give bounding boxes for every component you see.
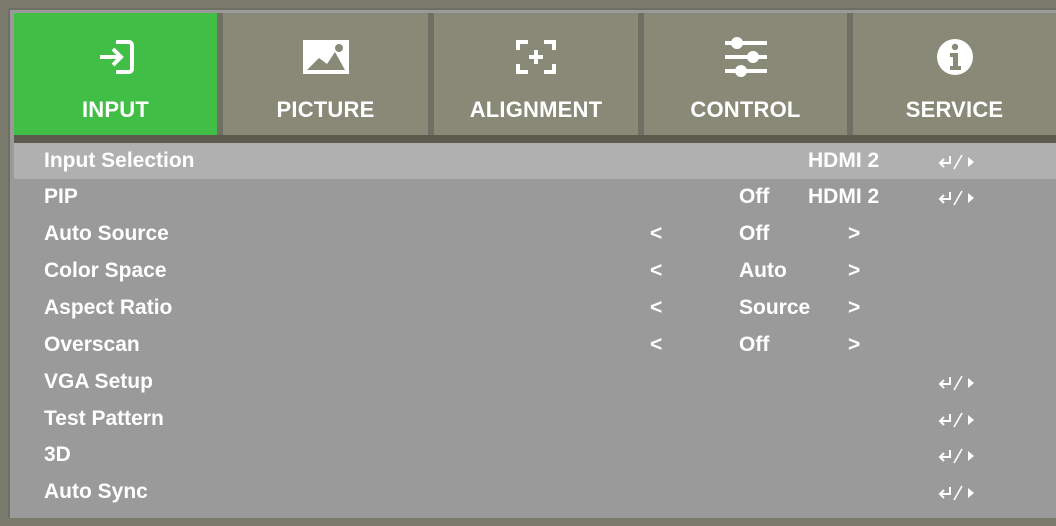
menu-item-label: 3D	[44, 443, 71, 466]
menu-item-label: Auto Source	[44, 222, 169, 245]
tab-alignment[interactable]: ALIGNMENT	[434, 13, 638, 135]
menu-item-value: Off	[739, 185, 770, 208]
menu-item-input-selection[interactable]: Input Selection HDMI 2	[14, 143, 1056, 179]
menu-item-value: Source	[739, 296, 811, 319]
enter-submenu-icon[interactable]	[938, 374, 978, 392]
tab-label: CONTROL	[690, 97, 801, 122]
menu-item-vga-setup[interactable]: VGA Setup	[14, 364, 1056, 400]
value-decrease-arrow[interactable]: <	[650, 222, 662, 246]
menu-item-value: Off	[739, 333, 770, 356]
enter-submenu-icon[interactable]	[938, 447, 978, 465]
menu-item-value: HDMI 2	[808, 149, 880, 172]
enter-submenu-icon[interactable]	[938, 411, 978, 429]
menu-item-value: Auto	[739, 259, 787, 282]
menu-item-pip[interactable]: PIP Off HDMI 2	[14, 179, 1056, 215]
menu-item-value-secondary: HDMI 2	[808, 185, 880, 208]
value-decrease-arrow[interactable]: <	[650, 296, 662, 320]
info-icon	[853, 35, 1056, 79]
value-increase-arrow[interactable]: >	[848, 296, 860, 320]
value-increase-arrow[interactable]: >	[848, 222, 860, 246]
menu-item-label: Test Pattern	[44, 407, 164, 430]
menu-item-aspect-ratio[interactable]: Aspect Ratio < Source >	[14, 290, 1056, 326]
menu-item-value: Off	[739, 222, 770, 245]
menu-item-auto-sync[interactable]: Auto Sync	[14, 474, 1056, 510]
value-decrease-arrow[interactable]: <	[650, 333, 662, 357]
menu-item-test-pattern[interactable]: Test Pattern	[14, 401, 1056, 437]
menu-item-label: Overscan	[44, 333, 140, 356]
value-decrease-arrow[interactable]: <	[650, 259, 662, 283]
tab-picture[interactable]: PICTURE	[223, 13, 428, 135]
tab-label: ALIGNMENT	[469, 97, 603, 122]
menu-item-label: Input Selection	[44, 149, 195, 172]
menu-item-label: PIP	[44, 185, 78, 208]
tab-label: SERVICE	[905, 97, 1004, 122]
value-increase-arrow[interactable]: >	[848, 259, 860, 283]
alignment-icon	[434, 35, 638, 79]
enter-submenu-icon[interactable]	[938, 153, 978, 171]
tab-service[interactable]: SERVICE	[853, 13, 1056, 135]
tab-bar: INPUT PICTURE ALIGNMENT CONTROL SERVICE	[14, 13, 1056, 135]
menu-item-label: Auto Sync	[44, 480, 148, 503]
tab-control[interactable]: CONTROL	[644, 13, 847, 135]
tab-divider	[14, 135, 1056, 143]
menu-item-label: Color Space	[44, 259, 167, 282]
menu-item-auto-source[interactable]: Auto Source < Off >	[14, 216, 1056, 252]
enter-submenu-icon[interactable]	[938, 189, 978, 207]
picture-icon	[223, 35, 428, 79]
value-increase-arrow[interactable]: >	[848, 333, 860, 357]
menu-item-color-space[interactable]: Color Space < Auto >	[14, 253, 1056, 289]
menu-item-overscan[interactable]: Overscan < Off >	[14, 327, 1056, 363]
menu-item-3d[interactable]: 3D	[14, 437, 1056, 473]
menu-item-label: VGA Setup	[44, 370, 153, 393]
tab-label: INPUT	[82, 97, 149, 122]
control-sliders-icon	[644, 35, 847, 79]
input-menu: Input Selection HDMI 2 PIP Off HDMI 2 Au	[14, 143, 1056, 518]
tab-input[interactable]: INPUT	[14, 13, 217, 135]
enter-submenu-icon[interactable]	[938, 484, 978, 502]
input-icon	[14, 35, 217, 79]
tab-label: PICTURE	[276, 97, 375, 122]
osd-screen: INPUT PICTURE ALIGNMENT CONTROL SERVICE …	[0, 0, 1056, 526]
menu-item-label: Aspect Ratio	[44, 296, 173, 319]
